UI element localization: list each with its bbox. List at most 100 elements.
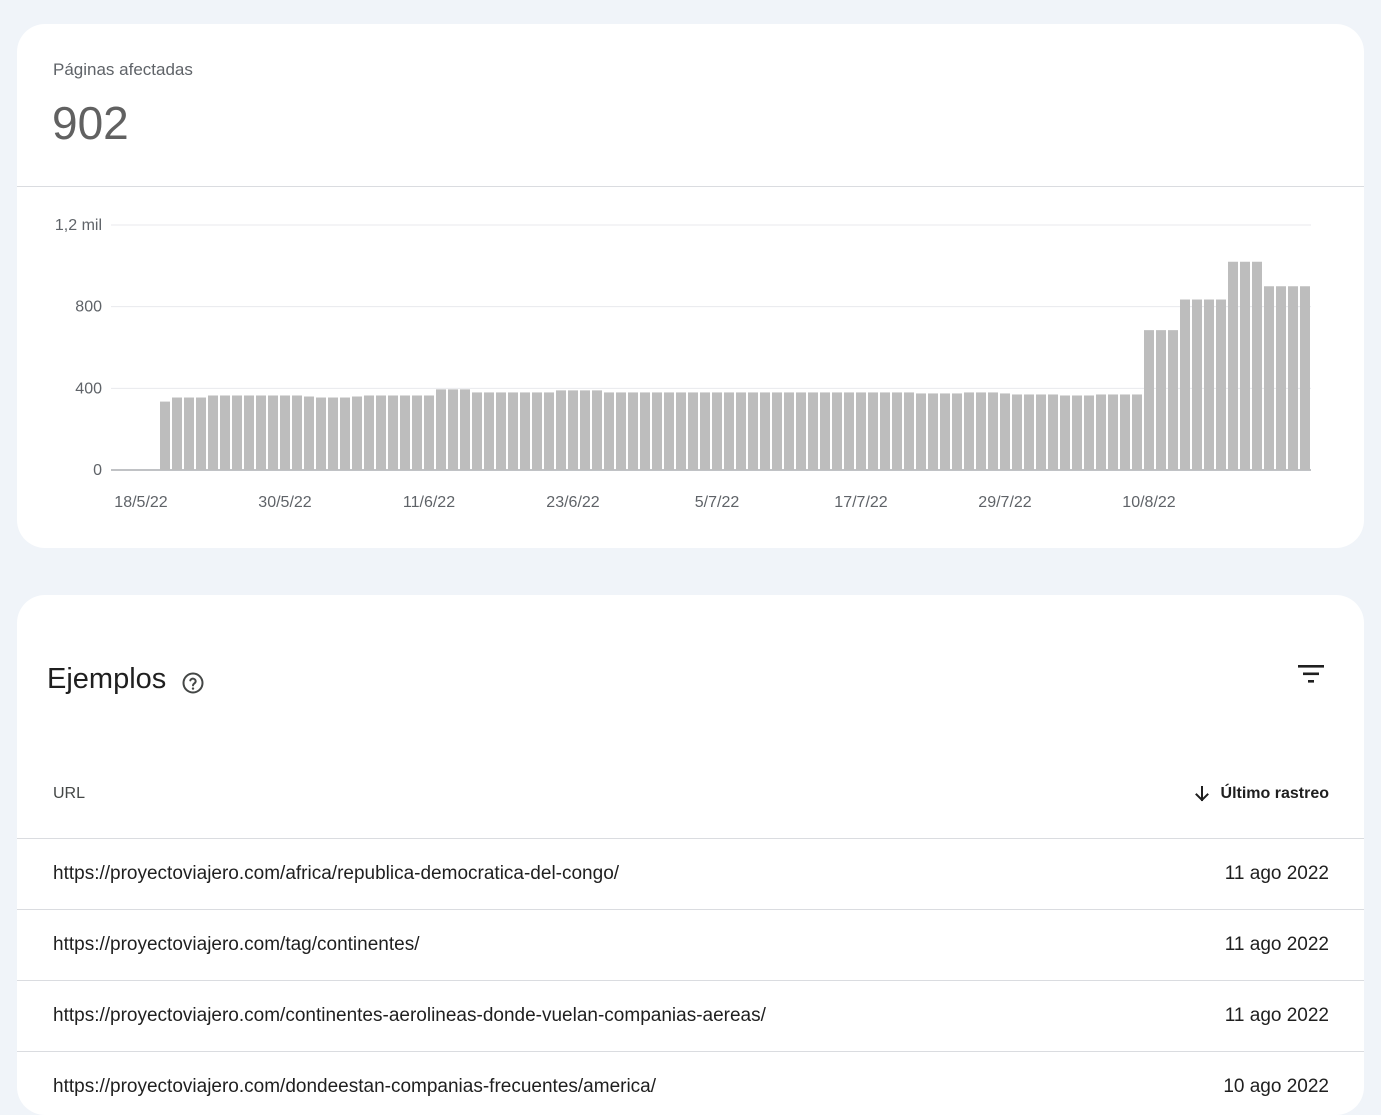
chart-bar	[1132, 394, 1142, 470]
chart-bar	[208, 395, 218, 470]
chart-bar	[1216, 299, 1226, 470]
chart-bar	[1300, 286, 1310, 470]
metric-value: 902	[52, 97, 129, 149]
y-tick-label: 800	[75, 299, 102, 316]
chart-bar	[448, 389, 458, 470]
chart-bar	[604, 392, 614, 470]
chart-bar	[160, 401, 170, 470]
column-header-last-crawl[interactable]: Último rastreo	[1193, 785, 1329, 803]
chart-bar	[1288, 286, 1298, 470]
filter-list-icon[interactable]	[1295, 661, 1327, 687]
chart-bar	[1084, 395, 1094, 470]
chart-bar	[1204, 299, 1214, 470]
chart-bar	[244, 395, 254, 470]
chart-bar	[952, 393, 962, 470]
column-header-url[interactable]: URL	[53, 785, 85, 803]
row-date: 11 ago 2022	[1224, 1005, 1329, 1026]
arrow-down-icon	[1194, 786, 1209, 802]
chart-bar	[520, 392, 530, 470]
chart-bar	[808, 392, 818, 470]
chart-bar	[388, 395, 398, 470]
chart-bar	[532, 392, 542, 470]
row-url: https://proyectoviajero.com/tag/continen…	[53, 934, 420, 955]
chart-bar	[688, 392, 698, 470]
chart-bar	[616, 392, 626, 470]
x-tick-label: 30/5/22	[258, 494, 311, 511]
chart-bar	[880, 392, 890, 470]
chart-bar	[1180, 299, 1190, 470]
chart-bar	[1276, 286, 1286, 470]
chart-bar	[1036, 394, 1046, 470]
chart-bar	[496, 392, 506, 470]
x-tick-label: 10/8/22	[1122, 494, 1175, 511]
chart-bar	[1228, 261, 1238, 470]
chart-bar	[1144, 330, 1154, 470]
chart-bar	[184, 397, 194, 470]
chart-bar	[796, 392, 806, 470]
chart-bar	[664, 392, 674, 470]
chart-bar	[772, 392, 782, 470]
section-title: Ejemplos	[47, 663, 167, 695]
chart-bar	[232, 395, 242, 470]
chart-bar	[424, 395, 434, 470]
chart-bar	[508, 392, 518, 470]
chart-bar	[1192, 299, 1202, 470]
chart-bar	[676, 392, 686, 470]
examples-card: Ejemplos URL Último rastreo https://proy…	[17, 595, 1364, 1115]
chart-bar	[868, 392, 878, 470]
chart-bar	[640, 392, 650, 470]
chart-bar	[1120, 394, 1130, 470]
chart-bar	[352, 396, 362, 470]
chart-bar	[1060, 395, 1070, 470]
chart-bar	[892, 392, 902, 470]
chart-bar	[904, 392, 914, 470]
column-header-last-crawl-label: Último rastreo	[1220, 785, 1329, 802]
chart-bar	[484, 392, 494, 470]
chart-bar	[712, 392, 722, 470]
chart-bar	[1096, 394, 1106, 470]
chart-bar	[1072, 395, 1082, 470]
chart-bar	[1168, 330, 1178, 470]
y-tick-label: 0	[93, 462, 102, 479]
x-tick-label: 23/6/22	[546, 494, 599, 511]
table-row[interactable]: https://proyectoviajero.com/dondeestan-c…	[17, 1052, 1364, 1115]
chart-bar	[1024, 394, 1034, 470]
chart-bar	[652, 392, 662, 470]
chart-bar	[1264, 286, 1274, 470]
chart-bar	[748, 392, 758, 470]
table-row[interactable]: https://proyectoviajero.com/africa/repub…	[17, 839, 1364, 909]
chart-bar	[472, 392, 482, 470]
chart-bar	[832, 392, 842, 470]
chart-bar	[700, 392, 710, 470]
chart-bar	[1252, 261, 1262, 470]
chart-bar	[364, 395, 374, 470]
x-tick-label: 29/7/22	[978, 494, 1031, 511]
metric-label: Páginas afectadas	[53, 60, 193, 79]
chart-bar	[376, 395, 386, 470]
y-tick-label: 1,2 mil	[55, 217, 102, 234]
affected-pages-card: Páginas afectadas 902 0 400 800 1,2 mil 18/5…	[17, 24, 1364, 548]
chart-bar	[1240, 261, 1250, 470]
chart-bar	[220, 395, 230, 470]
table-row[interactable]: https://proyectoviajero.com/tag/continen…	[17, 910, 1364, 980]
help-circle-icon[interactable]	[181, 671, 205, 695]
chart-bar	[340, 397, 350, 470]
row-url: https://proyectoviajero.com/africa/repub…	[53, 863, 620, 884]
chart-bar	[316, 397, 326, 470]
chart-bar	[856, 392, 866, 470]
chart-bar	[292, 395, 302, 470]
chart-bar	[580, 390, 590, 471]
table-row[interactable]: https://proyectoviajero.com/continentes-…	[17, 981, 1364, 1051]
chart-bar	[256, 395, 266, 470]
row-url: https://proyectoviajero.com/dondeestan-c…	[53, 1076, 657, 1097]
chart-bar	[304, 396, 314, 470]
chart-bar	[1012, 394, 1022, 470]
row-date: 11 ago 2022	[1224, 934, 1329, 955]
chart-bar	[412, 395, 422, 470]
chart-bar	[628, 392, 638, 470]
chart-bar	[916, 393, 926, 470]
row-date: 11 ago 2022	[1224, 863, 1329, 884]
chart-bar	[760, 392, 770, 470]
chart-bar	[436, 389, 446, 470]
chart-bar	[328, 397, 338, 470]
